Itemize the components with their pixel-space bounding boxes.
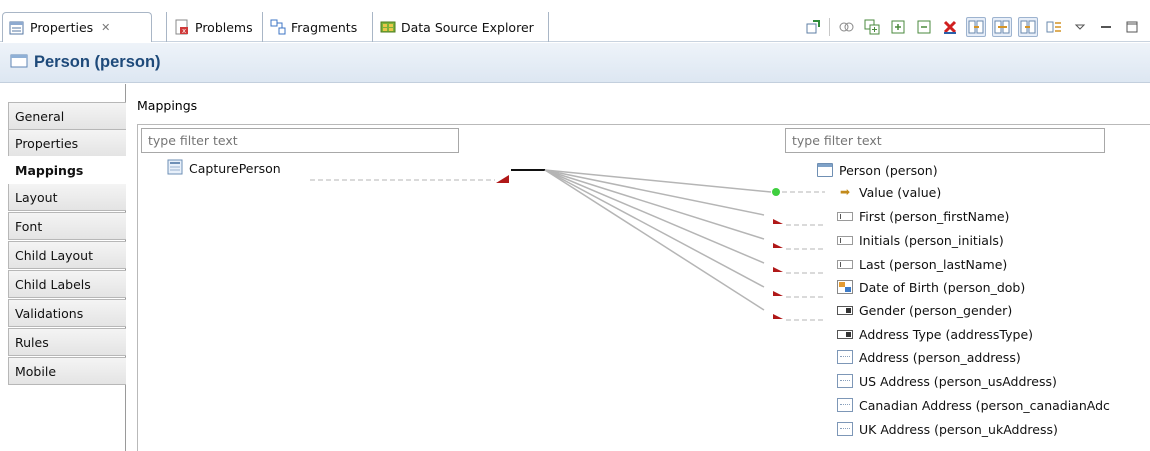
tab-properties[interactable]: Properties ✕ [2, 12, 152, 42]
tab-fragments-label: Fragments [291, 19, 358, 35]
nav-item-mobile[interactable]: Mobile [8, 357, 126, 385]
page-header: Person (person) [0, 43, 1150, 83]
tab-divider [166, 12, 167, 42]
show-right-icon[interactable] [1018, 17, 1038, 37]
tab-divider [548, 12, 549, 42]
target-mapping-marker[interactable] [773, 243, 783, 248]
target-mapping-marker[interactable] [773, 314, 783, 319]
nav-item-child-labels[interactable]: Child Labels [8, 270, 126, 298]
delete-mapping-icon[interactable] [940, 17, 960, 37]
tab-divider [372, 12, 373, 42]
tab-properties-label: Properties [30, 20, 94, 35]
maximize-icon[interactable] [1122, 17, 1142, 37]
minimize-icon[interactable] [1096, 17, 1116, 37]
nav-item-child-layout[interactable]: Child Layout [8, 241, 126, 269]
mapping-wires [310, 169, 825, 321]
collapse-icon[interactable] [914, 17, 934, 37]
tab-data-source-explorer[interactable]: Data Source Explorer [374, 12, 540, 42]
connected-dot[interactable] [772, 188, 780, 196]
tab-data-source-explorer-label: Data Source Explorer [401, 19, 534, 35]
view-toolbar [803, 14, 1150, 40]
expand-all-icon[interactable] [862, 17, 882, 37]
tab-problems-label: Problems [195, 19, 253, 35]
view-tab-bar: Properties ✕ x Problems Fragments Data S… [0, 0, 1150, 42]
nav-item-general[interactable]: General [8, 102, 126, 130]
show-left-icon[interactable] [966, 17, 986, 37]
filter-icon[interactable] [1044, 17, 1064, 37]
source-mapping-marker[interactable] [496, 175, 509, 183]
mapping-wire[interactable] [544, 169, 765, 264]
properties-icon [9, 20, 25, 36]
show-both-icon[interactable] [992, 17, 1012, 37]
link-icon[interactable] [803, 17, 823, 37]
nav-item-layout[interactable]: Layout [8, 183, 126, 211]
svg-text:x: x [182, 27, 186, 35]
property-sections-nav: General Properties Mappings Layout Font … [0, 84, 127, 451]
nav-item-mappings[interactable]: Mappings [8, 156, 127, 184]
view-menu-icon[interactable] [1070, 17, 1090, 37]
nav-item-font[interactable]: Font [8, 212, 126, 240]
mapping-wire[interactable] [544, 169, 765, 216]
mappings-panel: Mappings CapturePerson Person (person) ➡… [127, 84, 1150, 451]
page-title: Person (person) [34, 53, 161, 71]
form-icon [10, 53, 28, 72]
close-icon[interactable]: ✕ [101, 21, 110, 34]
tab-divider [262, 12, 263, 42]
toolbar-divider [829, 18, 830, 36]
problems-icon: x [174, 19, 190, 35]
tab-problems[interactable]: x Problems [168, 12, 259, 42]
mapping-wire[interactable] [544, 169, 765, 311]
fragments-icon [270, 19, 286, 35]
target-mapping-marker[interactable] [773, 219, 783, 224]
mapping-icon[interactable] [836, 17, 856, 37]
nav-item-rules[interactable]: Rules [8, 328, 126, 356]
nav-item-validations[interactable]: Validations [8, 299, 126, 327]
target-mapping-marker[interactable] [773, 267, 783, 272]
nav-item-properties[interactable]: Properties [8, 129, 126, 157]
target-mapping-marker[interactable] [773, 291, 783, 296]
expand-icon[interactable] [888, 17, 908, 37]
tab-fragments[interactable]: Fragments [264, 12, 363, 42]
data-source-explorer-icon [380, 19, 396, 35]
